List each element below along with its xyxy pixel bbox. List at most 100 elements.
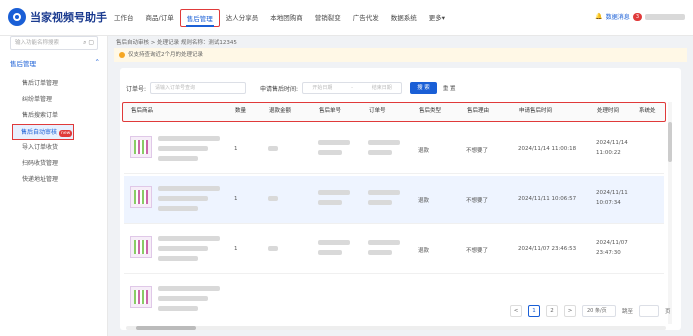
nav-tab-more[interactable]: 更多▾: [423, 9, 451, 27]
records-card: 订单号: 请输入订单号查询 申请售后时间: 开始日期 - 结束日期 搜 索 重 …: [120, 68, 681, 330]
sidebar-item-auto-review[interactable]: 售后自动审核 new: [12, 124, 74, 140]
order-number-input[interactable]: 请输入订单号查询: [150, 82, 247, 94]
after-sale-id-blurred: [318, 140, 350, 145]
column-header: 订单号: [369, 108, 386, 114]
reason-cell: 不想要了: [466, 248, 489, 254]
nav-tab-marketing[interactable]: 营销裂变: [309, 9, 347, 27]
sidebar-item-label: 售后订单管理: [22, 80, 59, 87]
reset-button[interactable]: 重 置: [443, 84, 456, 92]
nav-tab-data-system[interactable]: 数据系统: [385, 9, 423, 27]
goto-page-input[interactable]: [639, 305, 660, 317]
apply-time-cell: 2024/11/07 23:46:53: [518, 246, 577, 252]
product-spec-blurred: [158, 296, 208, 301]
user-name-blurred[interactable]: [645, 13, 685, 20]
app-title: 当家视频号助手: [30, 11, 107, 24]
prev-page-button[interactable]: <: [510, 305, 522, 317]
main-content: 售后自动审核 > 处理记录 规则名称：测试12345 仅支持查询近2个月的处理记…: [114, 36, 687, 330]
date-filter-label: 申请售后时间:: [260, 85, 299, 93]
quantity-cell: 1: [234, 196, 238, 202]
table-row[interactable]: 1 退款 不想要了 2024/11/11 10:06:57 2024/11/11…: [124, 176, 664, 224]
horizontal-scrollbar[interactable]: [126, 326, 666, 330]
nav-tab-after-sales[interactable]: 售后管理: [179, 9, 220, 27]
sidebar-item-label: 售后自动审核: [21, 129, 58, 136]
bell-icon[interactable]: 🔔: [595, 13, 602, 20]
quantity-cell: 1: [234, 146, 238, 152]
sidebar-group-label: 售后管理: [10, 60, 36, 68]
nav-tab-products-orders[interactable]: 商品/订单: [140, 9, 180, 27]
top-right-area: 🔔 数据消息 3: [595, 12, 685, 21]
column-header: 售后类型: [419, 108, 442, 114]
sidebar-item-label: 售后搜索订单: [22, 112, 59, 119]
product-id-blurred: [158, 206, 198, 211]
new-badge: new: [59, 130, 73, 137]
handle-date-cell: 2024/11/07: [596, 240, 628, 246]
product-name-blurred: [158, 286, 220, 291]
column-header: 申请售后时间: [519, 108, 553, 114]
sidebar-item-after-sales-orders[interactable]: 售后订单管理: [14, 76, 104, 92]
date-separator: -: [351, 85, 353, 91]
goto-label: 跳至: [622, 309, 634, 315]
page-2-button[interactable]: 2: [546, 305, 558, 317]
after-sale-id-blurred: [318, 190, 350, 195]
nav-tab-influencers[interactable]: 达人分享员: [220, 9, 265, 27]
order-id-blurred: [368, 250, 392, 255]
sidebar-item-label: 导入订单收货: [22, 144, 59, 151]
pagination: < 1 2 > 20 条/页 跳至 页: [510, 305, 671, 317]
nav-tab-dashboard[interactable]: 工作台: [108, 9, 140, 27]
reason-cell: 不想要了: [466, 148, 489, 154]
sidebar-item-address[interactable]: 快递地址管理: [14, 172, 104, 188]
search-button[interactable]: 搜 索: [410, 82, 437, 94]
quantity-cell: 1: [234, 246, 238, 252]
sidebar-list: 售后订单管理 纠纷单管理 售后搜索订单 售后自动审核 new 导入订单收货 扫码收…: [12, 76, 104, 188]
sidebar-item-label: 扫码收货管理: [22, 160, 59, 167]
product-id-blurred: [158, 156, 198, 161]
order-id-blurred: [368, 140, 400, 145]
message-link[interactable]: 数据消息: [606, 12, 630, 21]
logo-icon: [8, 8, 26, 26]
column-header: 数量: [235, 108, 247, 114]
order-id-blurred: [368, 240, 400, 245]
main-nav: 工作台 商品/订单 售后管理 达人分享员 本地团购商 营销裂变 广告代发 数据系…: [108, 0, 451, 36]
order-id-blurred: [368, 200, 392, 205]
handle-clock-cell: 10:07:34: [596, 200, 621, 206]
refund-amount-blurred: [268, 146, 278, 151]
order-filter-label: 订单号:: [126, 85, 147, 93]
search-icon[interactable]: ⌕ ▢: [83, 37, 94, 49]
order-id-blurred: [368, 190, 400, 195]
vertical-scrollbar[interactable]: [668, 102, 672, 324]
product-name-blurred: [158, 136, 220, 141]
column-header: 系统处: [639, 108, 656, 114]
column-header: 售后理由: [467, 108, 490, 114]
app-logo[interactable]: 当家视频号助手: [8, 8, 107, 26]
product-spec-blurred: [158, 246, 208, 251]
refund-amount-blurred: [268, 246, 278, 251]
after-sale-id-blurred: [318, 240, 350, 245]
date-range-input[interactable]: 开始日期 - 结束日期: [302, 82, 403, 94]
nav-tab-local-groupbuy[interactable]: 本地团购商: [264, 9, 309, 27]
sidebar-group-after-sales[interactable]: 售后管理 ⌃: [10, 58, 100, 68]
product-spec-blurred: [158, 146, 208, 151]
handle-clock-cell: 23:47:30: [596, 250, 621, 256]
sidebar-item-label: 快递地址管理: [22, 176, 59, 183]
sidebar-item-import-receipt[interactable]: 导入订单收货: [14, 140, 104, 156]
handle-date-cell: 2024/11/11: [596, 190, 628, 196]
page-unit-label: 页: [665, 309, 671, 315]
page-1-button[interactable]: 1: [528, 305, 540, 317]
sidebar-search-input[interactable]: 输入功能名称搜索 ⌕ ▢: [10, 36, 98, 50]
table-row[interactable]: 1 退款 不想要了 2024/11/07 23:46:53 2024/11/07…: [124, 226, 664, 274]
sidebar-item-disputes[interactable]: 纠纷单管理: [14, 92, 104, 108]
table-row[interactable]: 1 退款 不想要了 2024/11/14 11:00:18 2024/11/14…: [124, 126, 664, 174]
page-size-select[interactable]: 20 条/页: [582, 305, 616, 317]
sidebar-item-search-orders[interactable]: 售后搜索订单: [14, 108, 104, 124]
refund-amount-blurred: [268, 196, 278, 201]
after-sale-id-blurred: [318, 200, 342, 205]
type-cell: 退款: [418, 148, 430, 154]
next-page-button[interactable]: >: [564, 305, 576, 317]
nav-tab-ads[interactable]: 广告代发: [347, 9, 385, 27]
end-date-placeholder: 结束日期: [371, 85, 392, 91]
start-date-placeholder: 开始日期: [312, 85, 333, 91]
notice-bar: 仅支持查询近2个月的处理记录: [114, 48, 687, 62]
sidebar-item-scan-receipt[interactable]: 扫码收货管理: [14, 156, 104, 172]
chevron-up-icon: ⌃: [94, 58, 100, 66]
handle-date-cell: 2024/11/14: [596, 140, 628, 146]
